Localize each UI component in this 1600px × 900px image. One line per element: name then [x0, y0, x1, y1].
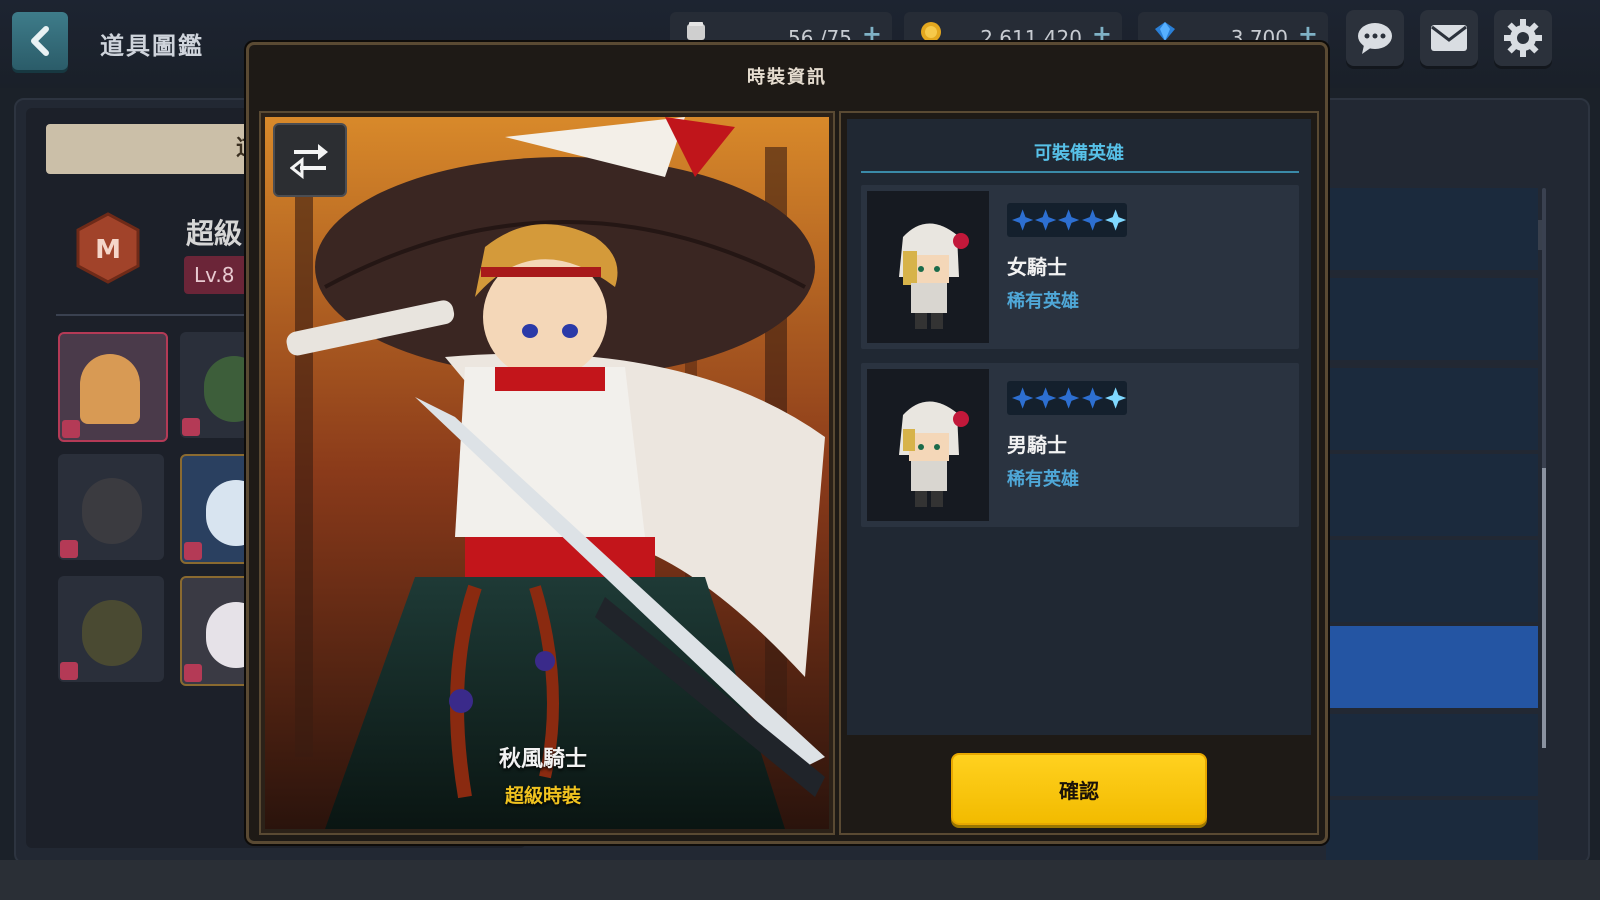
hero-portrait [867, 369, 989, 521]
costume-shirt-icon [62, 420, 80, 438]
costume-illustration [265, 117, 829, 829]
gem-icon [1155, 22, 1175, 41]
stamina-icon [687, 22, 705, 40]
page-title: 道具圖鑑 [100, 32, 204, 60]
swap-arrows-icon [290, 144, 328, 180]
back-button[interactable] [12, 12, 68, 70]
star-icon [1011, 387, 1034, 409]
hero-sprite-female-knight [899, 223, 969, 329]
heroes-title: 可裝備英雄 [1034, 143, 1124, 164]
category-tab[interactable]: 道 [46, 124, 266, 174]
list-item[interactable] [1326, 454, 1538, 536]
list-item[interactable] [1326, 714, 1538, 796]
hero-name: 女騎士 [1007, 255, 1067, 279]
star-icon [1058, 387, 1080, 409]
list-item[interactable] [1326, 540, 1538, 622]
list-item-selected[interactable] [1326, 626, 1538, 708]
costume-shirt-icon [60, 662, 78, 680]
star-icon [1058, 209, 1080, 231]
costume-shirt-icon [184, 542, 202, 560]
equippable-heroes-panel: 可裝備英雄 女騎士 稀有英雄 男騎士 稀有英雄 確認 [839, 111, 1319, 835]
star-icon [1035, 209, 1057, 231]
heroes-list: 可裝備英雄 女騎士 稀有英雄 男騎士 稀有英雄 [847, 119, 1311, 735]
heroes-title-underline [861, 171, 1299, 173]
svg-text:M: M [95, 235, 121, 265]
scrollbar[interactable] [1542, 188, 1546, 748]
bottom-strip [0, 860, 1600, 900]
costume-grade-emblem-icon: M [76, 212, 140, 284]
divider [56, 314, 266, 316]
costume-art-frame: 秋風騎士 超級時裝 [259, 111, 835, 835]
costume-info-modal: 時裝資訊 秋風騎士 超級時裝 可裝備英雄 女騎士 稀有英雄 男騎士 稀有英雄 確… [246, 42, 1328, 844]
hero-portrait [867, 191, 989, 343]
costume-thumbnail[interactable] [58, 454, 164, 560]
hero-star-rating [1007, 381, 1127, 415]
settings-button[interactable] [1494, 10, 1552, 66]
costume-thumbnail[interactable] [58, 576, 164, 682]
mail-icon [1431, 25, 1467, 51]
collection-name: 超級 [186, 217, 243, 250]
list-item[interactable] [1326, 368, 1538, 450]
list-item[interactable] [1326, 278, 1538, 360]
costume-grade: 超級時裝 [504, 785, 581, 807]
costume-name: 秋風騎士 [498, 747, 587, 772]
star-icon [1011, 209, 1034, 231]
hero-card[interactable]: 男騎士 稀有英雄 [861, 363, 1299, 527]
star-icon [1035, 387, 1057, 409]
star-icon [1081, 209, 1103, 231]
hero-star-rating [1007, 203, 1127, 237]
gear-icon [1504, 19, 1542, 57]
hero-name: 男騎士 [1007, 433, 1067, 457]
costume-shirt-icon [184, 664, 202, 682]
chat-button[interactable] [1346, 10, 1404, 66]
costume-illustration-art [265, 117, 829, 829]
gold-coin-icon [921, 22, 941, 42]
mail-button[interactable] [1420, 10, 1478, 66]
hero-rarity: 稀有英雄 [1007, 469, 1079, 490]
chevron-left-icon [31, 26, 49, 56]
star-icon [1104, 209, 1127, 231]
chat-icon [1358, 23, 1392, 54]
scrollbar-thumb[interactable] [1542, 468, 1546, 748]
hero-sprite-male-knight [899, 401, 969, 507]
confirm-button[interactable]: 確認 [951, 753, 1207, 825]
list-item[interactable] [1326, 188, 1538, 270]
swap-view-button[interactable] [273, 123, 347, 197]
star-icon [1081, 387, 1103, 409]
hero-rarity: 稀有英雄 [1007, 291, 1079, 312]
modal-title: 時裝資訊 [747, 67, 827, 88]
hero-card[interactable]: 女騎士 稀有英雄 [861, 185, 1299, 349]
costume-thumbnail[interactable] [58, 332, 168, 442]
star-icon [1104, 387, 1127, 409]
costume-shirt-icon [60, 540, 78, 558]
costume-shirt-icon [182, 418, 200, 436]
